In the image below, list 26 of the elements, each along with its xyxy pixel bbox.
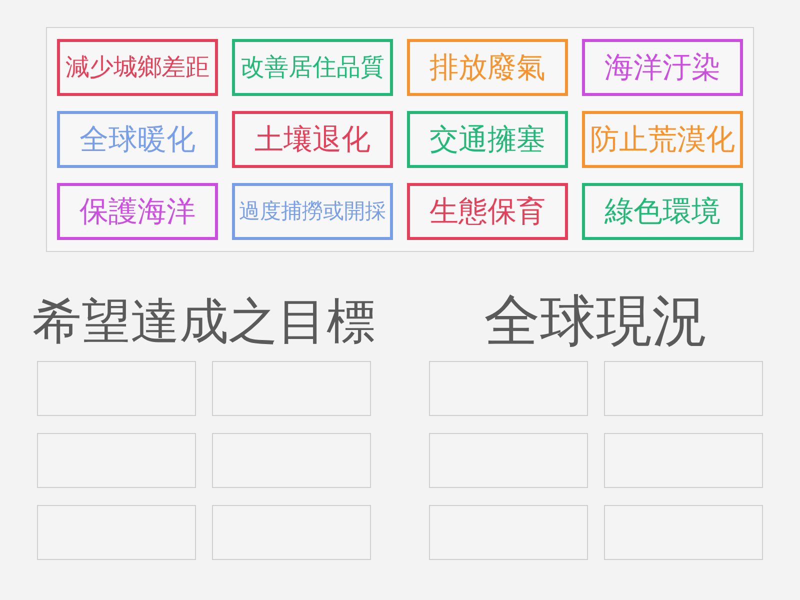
answer-box[interactable] — [429, 505, 588, 560]
word-card[interactable]: 排放廢氣 — [407, 39, 568, 96]
answer-box[interactable] — [212, 433, 371, 488]
answer-box[interactable] — [604, 433, 763, 488]
word-card[interactable]: 全球暖化 — [57, 111, 218, 168]
answer-box[interactable] — [604, 505, 763, 560]
answer-box[interactable] — [429, 361, 588, 416]
word-card[interactable]: 海洋汙染 — [582, 39, 743, 96]
answer-box[interactable] — [37, 361, 196, 416]
word-card[interactable]: 防止荒漠化 — [582, 111, 743, 168]
word-card[interactable]: 過度捕撈或開採 — [232, 183, 393, 240]
answer-box[interactable] — [37, 433, 196, 488]
answer-box[interactable] — [212, 505, 371, 560]
word-card[interactable]: 交通擁塞 — [407, 111, 568, 168]
answer-box[interactable] — [212, 361, 371, 416]
answer-box[interactable] — [37, 505, 196, 560]
answer-box[interactable] — [604, 361, 763, 416]
word-card[interactable]: 減少城鄉差距 — [57, 39, 218, 96]
answer-box[interactable] — [429, 433, 588, 488]
word-card[interactable]: 綠色環境 — [582, 183, 743, 240]
word-card[interactable]: 生態保育 — [407, 183, 568, 240]
word-card[interactable]: 土壤退化 — [232, 111, 393, 168]
word-card[interactable]: 改善居住品質 — [232, 39, 393, 96]
word-card[interactable]: 保護海洋 — [57, 183, 218, 240]
group-heading: 全球現況 — [484, 290, 708, 354]
group-heading: 希望達成之目標 — [32, 294, 376, 350]
